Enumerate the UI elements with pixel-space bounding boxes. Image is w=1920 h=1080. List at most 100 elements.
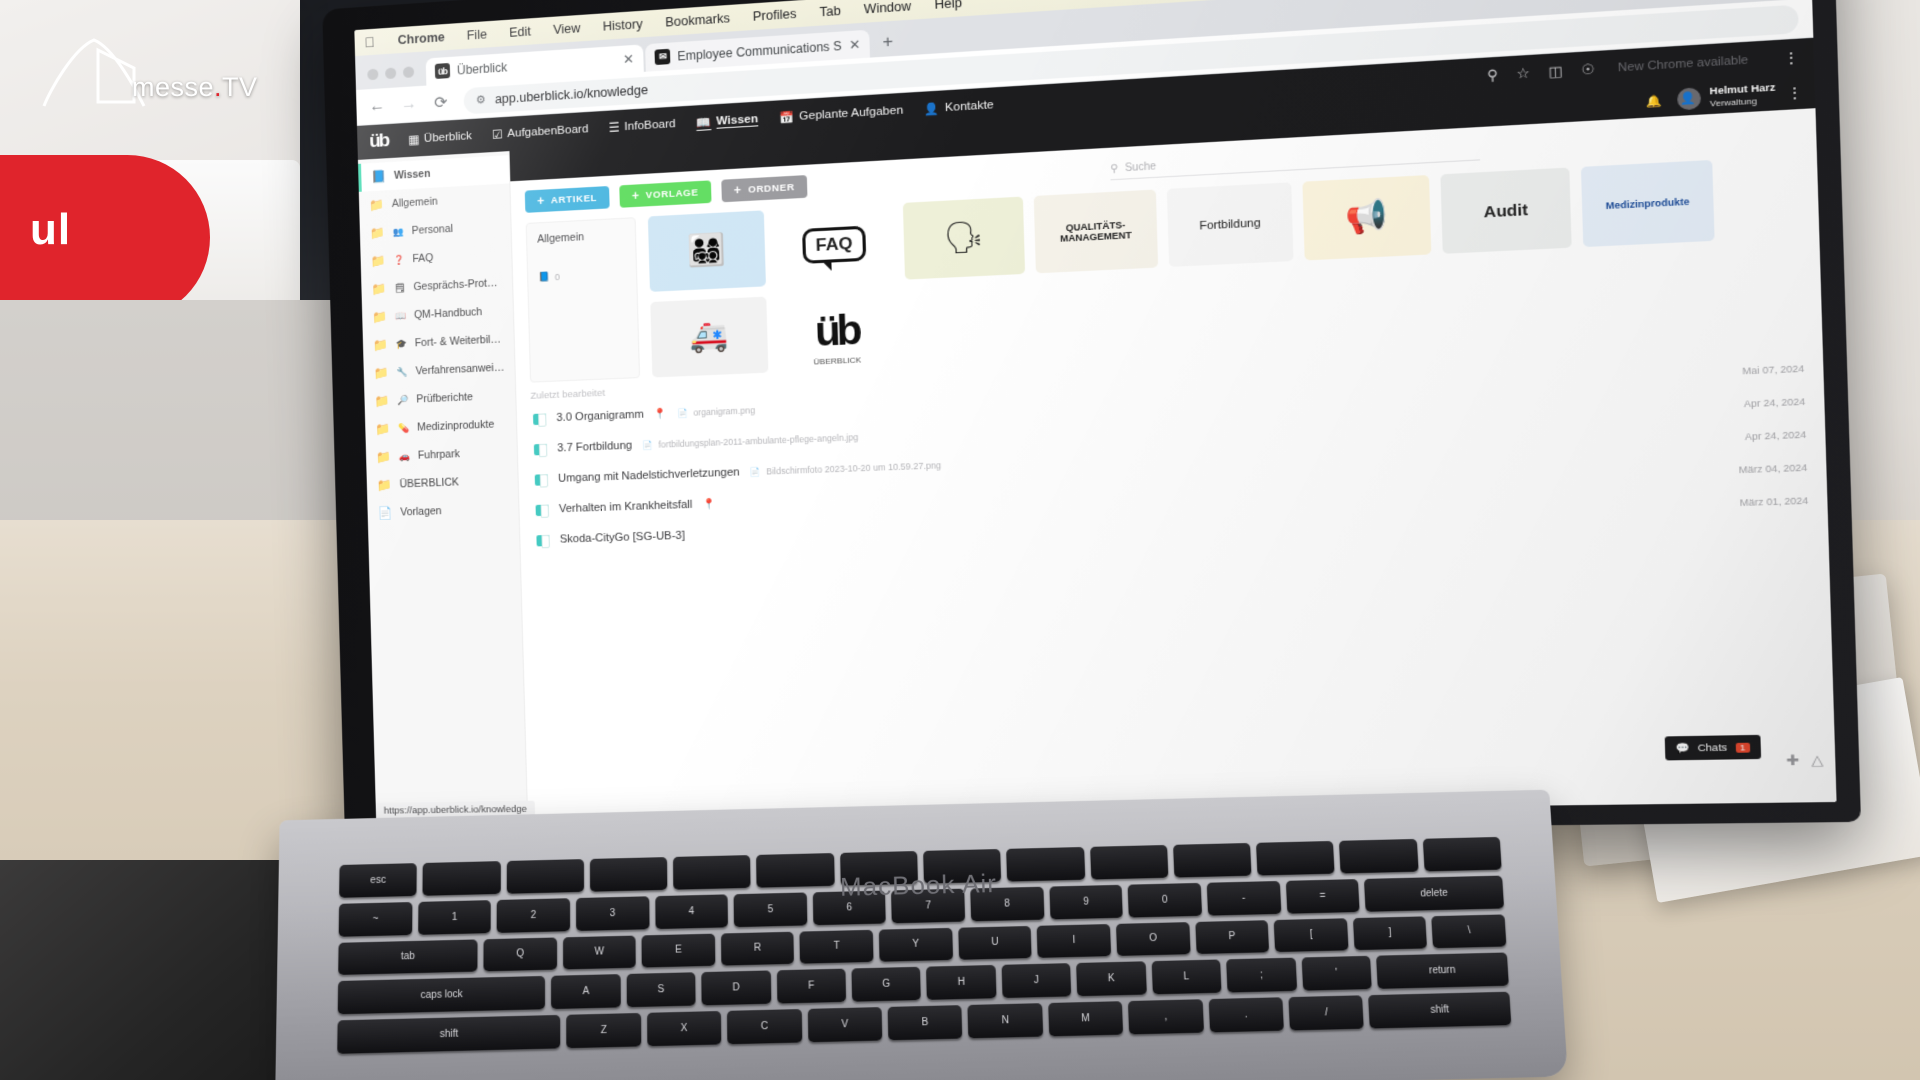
minimize-window-button[interactable] bbox=[385, 67, 397, 80]
window-controls[interactable] bbox=[363, 66, 424, 90]
tile-audit[interactable]: Audit bbox=[1440, 167, 1572, 254]
browser-status-bar: https://app.uberblick.io/knowledge bbox=[375, 800, 536, 820]
bookmark-icon[interactable]: ☆ bbox=[1516, 65, 1530, 83]
zoom-in-icon[interactable]: ✚ bbox=[1786, 752, 1800, 770]
article-title: Verhalten im Krankheitsfall bbox=[558, 498, 693, 516]
tile-qualitaetsmanagement[interactable]: QUALITÄTS-MANAGEMENT bbox=[1033, 189, 1159, 274]
article-date: Mai 07, 2024 bbox=[1742, 363, 1805, 377]
scroll-up-icon[interactable]: △ bbox=[1811, 751, 1824, 769]
attachment-name: Bildschirmfoto 2023-10-20 um 10.59.27.pn… bbox=[766, 460, 942, 477]
menu-window[interactable]: Window bbox=[852, 0, 923, 17]
tile-caption: QUALITÄTS-MANAGEMENT bbox=[1060, 219, 1132, 244]
pin-icon: 📍 bbox=[653, 408, 668, 420]
apple-icon[interactable]:  bbox=[364, 34, 375, 51]
car-icon: 🚗 bbox=[398, 450, 411, 461]
menu-edit[interactable]: Edit bbox=[498, 24, 542, 41]
sidebar-item-label: Fort- & Weiterbildung bbox=[414, 333, 504, 350]
chat-widget[interactable]: 💬 Chats 1 bbox=[1664, 734, 1762, 761]
article-attachment[interactable]: 📄 fortbildungsplan-2011-ambulante-pflege… bbox=[642, 431, 858, 450]
nav-label: InfoBoard bbox=[624, 117, 676, 134]
folder-card-allgemein[interactable]: Allgemein 📘 0 bbox=[525, 217, 641, 383]
article-date: März 04, 2024 bbox=[1738, 462, 1808, 476]
folder-icon: 📁 bbox=[375, 449, 392, 465]
tile-faq[interactable]: FAQ bbox=[774, 203, 895, 286]
menu-chrome[interactable]: Chrome bbox=[387, 29, 456, 48]
article-title: 3.0 Organigramm bbox=[556, 408, 644, 425]
reload-button[interactable]: ⟳ bbox=[432, 92, 451, 113]
folder-icon: 📁 bbox=[374, 393, 390, 409]
article-date: Apr 24, 2024 bbox=[1744, 429, 1807, 443]
menu-history[interactable]: History bbox=[591, 16, 654, 34]
notification-bell-icon[interactable]: 🔔 bbox=[1646, 93, 1662, 108]
sidepanel-icon[interactable]: ◫ bbox=[1548, 63, 1563, 81]
nav-item-geplante-aufgaben[interactable]: 📅 Geplante Aufgaben bbox=[779, 103, 904, 125]
search-icon[interactable]: ⚲ bbox=[1487, 67, 1498, 85]
nav-item-aufgabenboard[interactable]: ☑ AufgabenBoard bbox=[492, 122, 589, 142]
add-ordner-button[interactable]: + ORDNER bbox=[721, 175, 808, 203]
nav-item-ueberblick[interactable]: ▦ Überblick bbox=[408, 129, 472, 147]
nav-item-infoboard[interactable]: ☰ InfoBoard bbox=[609, 117, 676, 135]
article-attachment[interactable]: 📄 organigram.png bbox=[677, 405, 755, 419]
speech-illustration-icon: 🗣 bbox=[942, 219, 985, 256]
forward-button[interactable]: → bbox=[400, 95, 418, 114]
plus-icon: + bbox=[631, 188, 640, 204]
user-menu[interactable]: 👤 Helmut Harz Verwaltung bbox=[1676, 82, 1776, 111]
tile-medizinprodukte[interactable]: Medizinprodukte bbox=[1580, 159, 1715, 248]
sidebar-item-label: QM-Handbuch bbox=[413, 306, 483, 322]
add-vorlage-button[interactable]: + VORLAGE bbox=[619, 180, 712, 208]
calendar-icon: 📅 bbox=[778, 111, 795, 126]
maximize-window-button[interactable] bbox=[402, 66, 415, 79]
screen-content:  Chrome File Edit View History Bookmark… bbox=[354, 0, 1837, 820]
note-icon: 🗒 bbox=[393, 282, 406, 293]
sidebar-item-label: Gesprächs-Protokolle bbox=[413, 276, 503, 294]
menu-view[interactable]: View bbox=[542, 20, 592, 37]
folder-icon: 📁 bbox=[376, 477, 392, 493]
nav-item-wissen[interactable]: 📖 Wissen bbox=[696, 112, 758, 130]
close-tab-icon[interactable]: ✕ bbox=[849, 36, 861, 53]
site-settings-icon[interactable]: ⚙ bbox=[476, 93, 486, 107]
chrome-update-hint[interactable]: New Chrome available bbox=[1618, 54, 1749, 75]
tile-ueberblick[interactable]: üb ÜBERBLICK bbox=[776, 290, 897, 373]
address-bar-url: app.uberblick.io/knowledge bbox=[494, 82, 649, 106]
sidebar-header-label: Wissen bbox=[393, 167, 431, 182]
tile-fortbildung[interactable]: Fortbildung bbox=[1166, 182, 1294, 267]
grid-icon: ▦ bbox=[408, 134, 420, 147]
button-label: ARTIKEL bbox=[550, 192, 598, 206]
chat-unread-badge: 1 bbox=[1735, 742, 1751, 753]
tile-fuhrpark[interactable]: 🚑 bbox=[650, 296, 769, 378]
add-artikel-button[interactable]: + ARTIKEL bbox=[524, 185, 610, 213]
back-button[interactable]: ← bbox=[368, 97, 386, 116]
tile-caption: Medizinprodukte bbox=[1605, 196, 1690, 212]
article-title: Umgang mit Nadelstichverletzungen bbox=[557, 466, 740, 485]
tile-meeting[interactable]: 🗣 bbox=[902, 196, 1026, 280]
tab-title: Employee Communications S bbox=[677, 38, 842, 64]
folder-icon: 📁 bbox=[373, 365, 389, 381]
chat-label: Chats bbox=[1697, 741, 1728, 754]
new-tab-button[interactable]: + bbox=[872, 31, 904, 58]
laptop-screen:  Chrome File Edit View History Bookmark… bbox=[332, 0, 1859, 842]
tile-announcement[interactable]: 📢 bbox=[1302, 174, 1432, 261]
app-menu-icon[interactable]: ⋮ bbox=[1787, 85, 1803, 101]
main-content: 🔔 👤 Helmut Harz Verwaltung ⋮ + ARTIKEL +… bbox=[509, 75, 1837, 818]
tab-title: Überblick bbox=[456, 59, 508, 78]
pill-icon: 💊 bbox=[397, 422, 410, 433]
chrome-menu-icon[interactable]: ⋮ bbox=[1784, 50, 1800, 66]
menu-file[interactable]: File bbox=[456, 27, 499, 44]
nav-item-kontakte[interactable]: 👤 Kontakte bbox=[924, 98, 994, 117]
menu-tab[interactable]: Tab bbox=[808, 3, 853, 20]
menu-help[interactable]: Help bbox=[923, 0, 974, 13]
folder-icon: 📁 bbox=[370, 253, 386, 269]
close-tab-icon[interactable]: ✕ bbox=[623, 51, 635, 68]
folder-icon: 📁 bbox=[371, 281, 387, 297]
profile-icon[interactable]: ☉ bbox=[1581, 61, 1595, 79]
close-window-button[interactable] bbox=[367, 68, 379, 81]
megaphone-icon: 📢 bbox=[1344, 198, 1389, 237]
ambulance-icon: 🚑 bbox=[689, 318, 729, 355]
sidebar-item-vorlagen[interactable]: 📄 Vorlagen bbox=[367, 494, 519, 527]
article-attachment[interactable]: 📄 Bildschirmfoto 2023-10-20 um 10.59.27.… bbox=[750, 460, 941, 478]
app-logo[interactable]: üb bbox=[369, 130, 389, 153]
menu-bookmarks[interactable]: Bookmarks bbox=[654, 10, 742, 30]
menu-profiles[interactable]: Profiles bbox=[741, 6, 808, 25]
tile-team[interactable]: 👨‍👩‍👧‍👦 bbox=[647, 210, 766, 292]
plus-icon: + bbox=[536, 193, 546, 209]
